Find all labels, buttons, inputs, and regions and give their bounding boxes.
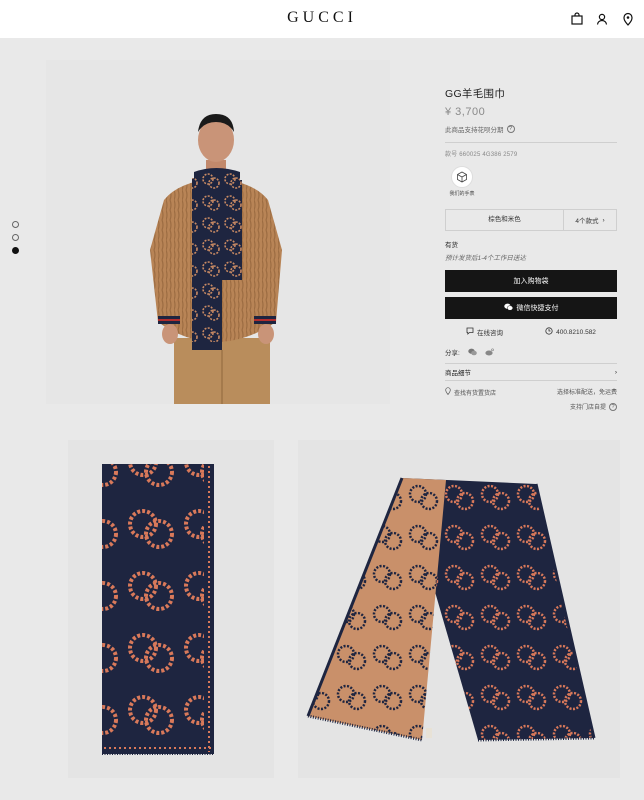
chevron-right-icon: ›: [602, 216, 605, 224]
delivery-option[interactable]: 选择标准配送，免运费: [557, 387, 617, 397]
help-icon[interactable]: ?: [506, 125, 515, 133]
share-label: 分享:: [445, 350, 460, 357]
location-pin-icon[interactable]: [621, 12, 635, 26]
site-header: GUCCI: [0, 0, 644, 38]
variant-color[interactable]: 棕色和米色: [446, 210, 564, 230]
location-pin-icon: [445, 387, 451, 397]
ar-view-button[interactable]: [451, 166, 473, 188]
store-search-link[interactable]: 查找有货置货店: [445, 387, 496, 397]
ar-try-on[interactable]: 我们的手表: [445, 166, 479, 197]
shipping-estimate: 预计发货后1-4个工作日送达: [445, 255, 526, 262]
product-price: ¥ 3,700: [445, 106, 486, 118]
phone-icon: [545, 327, 553, 337]
chat-bubble-icon: [466, 327, 474, 337]
ar-cube-icon: [457, 171, 467, 183]
installment-text: 此商品支持花呗分期: [445, 127, 504, 134]
store-pickup-label: 支持门店自提: [569, 405, 606, 411]
divider: [445, 142, 617, 143]
carousel-dot-3[interactable]: [12, 247, 19, 254]
installment-note: 此商品支持花呗分期 ?: [445, 124, 617, 134]
store-search-label: 查找有货置货店: [454, 390, 497, 397]
carousel-dot-2[interactable]: [12, 234, 19, 241]
weibo-share-icon[interactable]: [485, 348, 494, 356]
brand-logo[interactable]: GUCCI: [0, 9, 644, 27]
phone-number: 400.8210.582: [556, 328, 596, 336]
carousel-dots: [12, 221, 22, 260]
details-label: 商品细节: [445, 370, 471, 377]
product-sku: 款号 660025 4G386 2579: [445, 152, 518, 158]
share-row: 分享:: [445, 347, 617, 357]
phone-link[interactable]: 400.8210.582: [545, 327, 596, 337]
store-pickup-row: 支持门店自提 ?: [445, 402, 617, 411]
add-to-bag-button[interactable]: 加入购物袋: [445, 270, 617, 292]
variant-count: 4个款式: [575, 218, 599, 225]
help-icon[interactable]: ?: [609, 402, 617, 411]
carousel-dot-1[interactable]: [12, 221, 19, 228]
chevron-right-icon: ›: [614, 368, 617, 376]
user-icon[interactable]: [595, 12, 609, 26]
stock-status: 有货: [445, 242, 458, 249]
online-consult-link[interactable]: 在线咨询: [466, 327, 503, 337]
add-to-bag-label: 加入购物袋: [513, 278, 549, 285]
store-delivery-row: 查找有货置货店 选择标准配送，免运费: [445, 387, 617, 397]
contact-row: 在线咨询 400.8210.582: [445, 327, 617, 337]
variant-selector[interactable]: 棕色和米色 4个款式 ›: [445, 209, 617, 231]
online-consult-label: 在线咨询: [477, 330, 504, 337]
product-hero-image[interactable]: [46, 60, 390, 404]
product-details-toggle[interactable]: 商品细节 ›: [445, 363, 617, 381]
variant-styles[interactable]: 4个款式 ›: [564, 215, 616, 226]
wechat-pay-button[interactable]: 微信快捷支付: [445, 297, 617, 319]
shopping-bag-icon[interactable]: [570, 12, 584, 26]
wechat-icon: [503, 303, 513, 313]
wechat-share-icon[interactable]: [468, 348, 477, 356]
ar-label: 我们的手表: [449, 191, 475, 197]
gallery-image-flat[interactable]: [68, 440, 274, 778]
product-info-panel: GG羊毛围巾 ¥ 3,700 此商品支持花呗分期 ? 款号 660025 4G3…: [445, 86, 617, 411]
gallery-image-draped[interactable]: [298, 440, 620, 778]
wechat-pay-label: 微信快捷支付: [516, 305, 559, 312]
product-title: GG羊毛围巾: [445, 88, 506, 100]
